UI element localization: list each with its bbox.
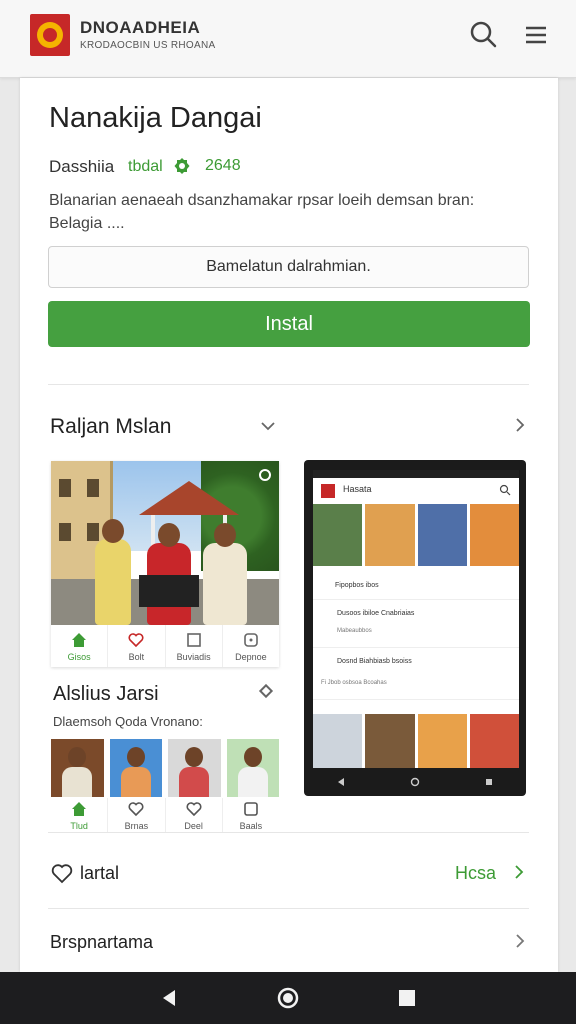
brand-subtitle: KRODAOCBIN US RHOANA xyxy=(80,40,216,51)
home-icon xyxy=(70,800,88,818)
tab-label: Tlud xyxy=(70,820,88,831)
app-title: Nanakija Dangai xyxy=(49,102,262,134)
heart-icon xyxy=(127,800,145,818)
thumb-tab-2[interactable]: Brnas xyxy=(108,798,166,832)
subsection-title: Alslius Jarsi xyxy=(53,683,159,705)
tab-home[interactable]: Gisos xyxy=(51,625,109,667)
phone-row-sub: Fi Jbob osbsoa Bcoahas xyxy=(321,680,387,686)
chevron-down-icon[interactable] xyxy=(260,418,276,434)
thumb-tab-4[interactable]: Baals xyxy=(223,798,279,832)
phone-row-text: Fipopbos ibos xyxy=(335,582,379,589)
heart-icon[interactable] xyxy=(50,861,74,885)
screenshot-card[interactable]: Gisos Bolt Buviadis Depnoe xyxy=(51,461,279,667)
home-icon xyxy=(70,631,88,649)
wishlist-link[interactable]: Hcsa xyxy=(455,863,496,884)
recents-icon[interactable] xyxy=(395,986,419,1010)
tab-label: Bolt xyxy=(128,651,145,662)
wishlist-label[interactable]: lartal xyxy=(80,863,119,884)
tab-favorites[interactable]: Bolt xyxy=(108,625,166,667)
phone-row-text: Dusoos ibiloe Cnabriaias xyxy=(337,610,415,617)
subsection-description: Dlaemsoh Qoda Vronano: xyxy=(53,714,203,729)
system-navigation-bar xyxy=(0,972,576,1024)
thumbnail[interactable] xyxy=(226,739,279,797)
tab-label: Deel xyxy=(184,820,203,831)
install-button[interactable]: Instal xyxy=(48,301,530,347)
phone-nav xyxy=(304,772,526,792)
divider xyxy=(48,832,529,833)
section-title: Raljan Mslan xyxy=(50,415,172,438)
chevron-right-icon[interactable] xyxy=(511,864,527,880)
tab-label: Brnas xyxy=(124,820,149,831)
phone-row-sub: Mabeaubbos xyxy=(337,628,372,634)
phone-row-text: Dosnd Biahbiasb bsoiss xyxy=(337,658,412,665)
thumbnail[interactable] xyxy=(109,739,162,797)
search-icon[interactable] xyxy=(468,18,500,52)
screenshot-photo xyxy=(51,461,279,625)
thumb-tab-home[interactable]: Tlud xyxy=(51,798,109,832)
phone-logo xyxy=(321,484,335,498)
square-icon xyxy=(242,800,260,818)
home-button-icon[interactable] xyxy=(276,986,300,1010)
verified-icon xyxy=(173,157,191,175)
chevron-right-icon[interactable] xyxy=(512,417,528,433)
chevron-right-icon[interactable] xyxy=(512,933,528,949)
heart-icon xyxy=(127,631,145,649)
thumbnail[interactable] xyxy=(51,739,104,797)
thumb-tab-3[interactable]: Deel xyxy=(166,798,223,832)
tab-label: Baals xyxy=(239,820,263,831)
tab-label: Gisos xyxy=(67,651,91,662)
tab-browse[interactable]: Buviadis xyxy=(166,625,223,667)
brand-logo[interactable] xyxy=(30,14,70,56)
brand-title: DNOAADHEIA xyxy=(80,18,201,37)
square-icon xyxy=(185,631,203,649)
back-icon[interactable] xyxy=(157,986,181,1010)
phone-screenshot[interactable]: Hasata Fipopbos ibos Dusoos ibiloe Cnabr… xyxy=(304,460,526,796)
menu-icon[interactable] xyxy=(520,18,552,52)
more-row-label[interactable]: Brspnartama xyxy=(50,932,153,953)
developer-name[interactable]: Dasshiia xyxy=(49,157,114,177)
developer-tag[interactable]: tbdal xyxy=(128,158,163,176)
info-icon xyxy=(242,631,260,649)
secondary-button[interactable]: Bamelatun dalrahmian. xyxy=(48,246,529,288)
thumbnail-strip xyxy=(51,739,279,797)
tab-label: Depnoe xyxy=(235,651,267,662)
divider xyxy=(48,908,529,909)
phone-title: Hasata xyxy=(343,484,372,494)
divider xyxy=(48,384,529,385)
tab-info[interactable]: Depnoe xyxy=(223,625,279,667)
search-icon xyxy=(499,483,511,496)
thumbnail[interactable] xyxy=(168,739,221,797)
top-app-bar: DNOAADHEIA KRODAOCBIN US RHOANA xyxy=(0,0,576,78)
app-description: Blanarian aenaeah dsanzhamakar rpsar loe… xyxy=(49,192,475,232)
heart-icon xyxy=(185,800,203,818)
tab-label: Buviadis xyxy=(176,651,211,662)
rating-count: 2648 xyxy=(205,157,241,174)
